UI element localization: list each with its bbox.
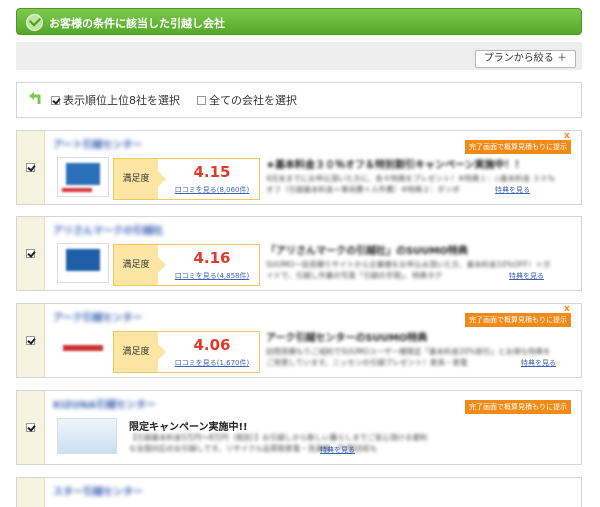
satisfaction-label: 満足度	[114, 159, 166, 199]
benefit-link[interactable]: 特典を見る	[521, 358, 556, 368]
close-icon[interactable]: x	[564, 305, 572, 314]
company-card: アート引越センター x 完了画面で概算見積もりに提示 満足度 4.15 口コミを…	[16, 130, 582, 205]
satisfaction-score: 4.16	[193, 249, 231, 267]
company-card: アリさんマークの引越社 満足度 4.16 口コミを見る(4,858件) 「アリさ…	[16, 216, 582, 291]
company-name-link[interactable]: スター引越センター	[53, 483, 143, 498]
card-select-column	[17, 217, 45, 290]
rating-box: 満足度 4.15 口コミを見る(8,060件)	[113, 158, 260, 200]
rating-box: 満足度 4.16 口コミを見る(4,858件)	[113, 244, 260, 286]
company-logo	[57, 243, 109, 283]
company-checkbox[interactable]	[26, 162, 35, 172]
results-header: お客様の条件に該当した引越し会社	[16, 8, 582, 35]
reviews-link[interactable]: 口コミを見る(8,060件)	[166, 185, 258, 195]
bulk-select-bar: 表示順位上位8社を選択 全ての会社を選択	[16, 82, 582, 118]
estimate-badge: 完了画面で概算見積もりに提示	[465, 400, 571, 414]
company-logo	[57, 330, 109, 370]
satisfaction-score: 4.15	[193, 163, 231, 181]
select-top8-checkbox[interactable]	[51, 96, 60, 105]
company-card: KIZUNA引越センター 完了画面で概算見積もりに提示 限定キャンペーン実施中!…	[16, 390, 582, 465]
select-top8-option[interactable]: 表示順位上位8社を選択	[51, 92, 180, 108]
arrow-up-left-icon	[29, 92, 41, 104]
campaign-description: 【引越基本料金5万円〜8万円（税別）】お引越しから新しい暮らしまでご安心頂ける便…	[129, 433, 428, 453]
company-checkbox[interactable]	[26, 248, 35, 258]
benefit-link[interactable]: 特典を見る	[320, 445, 355, 455]
company-name-link[interactable]: アート引越センター	[53, 136, 142, 151]
estimate-badge: 完了画面で概算見積もりに提示	[465, 313, 571, 327]
campaign-headline: ★基本料金３０％オフ＆特別割引キャンペーン実施中！！	[266, 160, 525, 171]
satisfaction-score: 4.06	[193, 336, 231, 354]
benefit-link[interactable]: 特典を見る	[509, 271, 544, 281]
reviews-link[interactable]: 口コミを見る(1,670件)	[166, 358, 258, 368]
card-select-column	[17, 131, 45, 204]
campaign-headline: アーク引越センターのSUUMO特典	[266, 333, 428, 344]
company-logo	[57, 418, 117, 454]
company-logo	[57, 157, 109, 197]
company-name-link[interactable]: アリさんマークの引越社	[53, 222, 163, 237]
satisfaction-label: 満足度	[114, 245, 166, 285]
check-circle-icon	[26, 14, 43, 31]
card-select-column	[17, 391, 45, 464]
card-select-column	[17, 478, 45, 507]
select-top8-label: 表示順位上位8社を選択	[63, 94, 180, 107]
company-card: スター引越センター	[16, 477, 582, 507]
benefit-link[interactable]: 特典を見る	[495, 185, 530, 195]
company-name-link[interactable]: KIZUNA引越センター	[53, 396, 156, 411]
close-icon[interactable]: x	[564, 132, 572, 141]
campaign-headline: 「アリさんマークの引越社」のSUUMO特典	[266, 246, 468, 257]
select-all-label: 全ての会社を選択	[209, 94, 297, 107]
select-all-checkbox[interactable]	[197, 96, 206, 105]
company-card: アーク引越センター x 完了画面で概算見積もりに提示 満足度 4.06 口コミを…	[16, 303, 582, 378]
company-checkbox[interactable]	[26, 335, 35, 345]
rating-box: 満足度 4.06 口コミを見る(1,670件)	[113, 331, 260, 373]
plan-filter-button[interactable]: プランから絞る ＋	[474, 50, 576, 68]
select-all-option[interactable]: 全ての会社を選択	[197, 92, 297, 108]
satisfaction-label: 満足度	[114, 332, 166, 372]
reviews-link[interactable]: 口コミを見る(4,858件)	[166, 271, 258, 281]
results-title: お客様の条件に該当した引越し会社	[49, 17, 225, 30]
company-name-link[interactable]: アーク引越センター	[53, 309, 142, 324]
estimate-badge: 完了画面で概算見積もりに提示	[465, 140, 571, 154]
plan-filter-bar: プランから絞る ＋	[16, 42, 582, 70]
card-select-column	[17, 304, 45, 377]
campaign-headline: 限定キャンペーン実施中!!	[129, 422, 248, 433]
campaign-description: 訪問見積もりご成約でSUUMOユーザー様限定「基本料金20%割引」とお得な特典を…	[266, 347, 551, 367]
company-checkbox[interactable]	[26, 422, 35, 432]
